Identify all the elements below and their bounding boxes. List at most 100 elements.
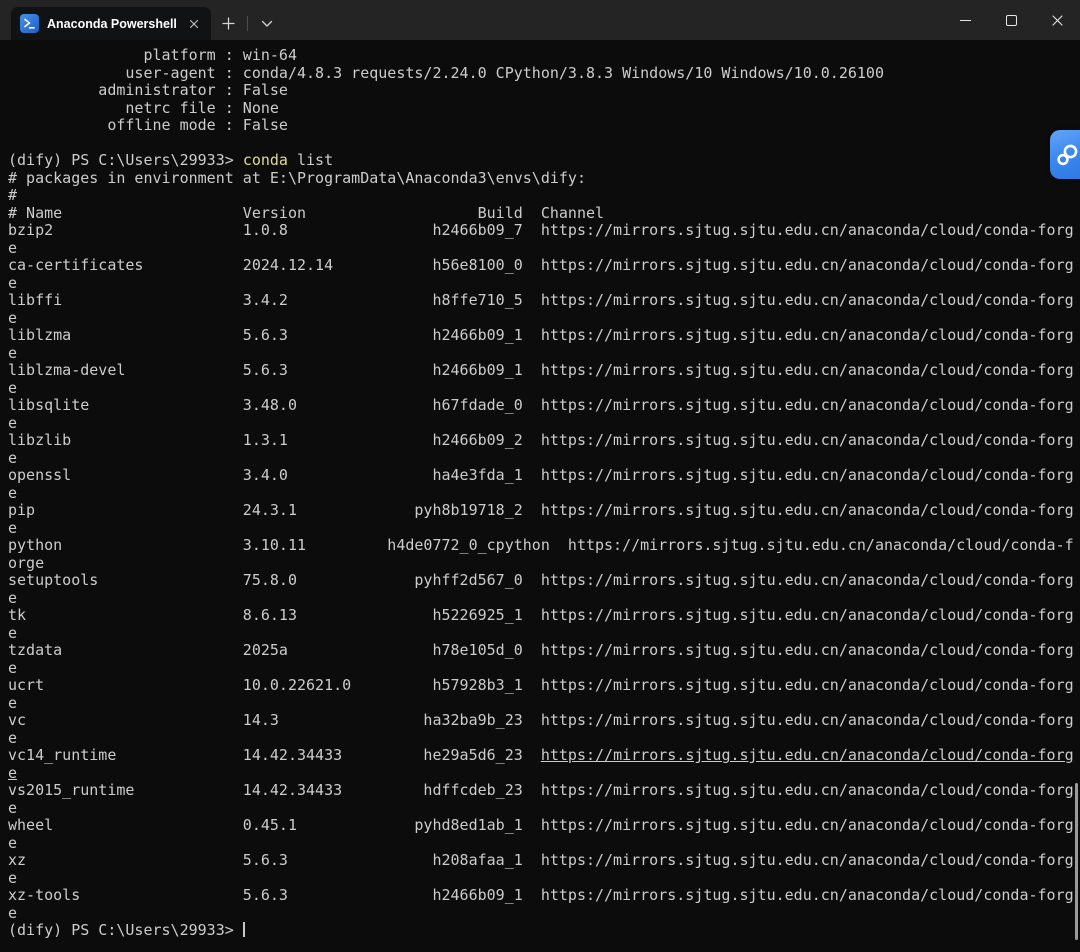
package-fields: openssl 3.4.0 ha4e3fda_1 https://mirrors… [8,466,1074,484]
env-header-line: # packages in environment at E:\ProgramD… [8,168,1080,188]
minimize-button[interactable] [942,0,988,40]
table-row: setuptools 75.8.0 pyhff2d567_0 https://m… [8,571,1080,590]
linked-circles-icon [1057,144,1078,165]
info-line: offline mode : False [8,116,288,134]
table-row: bzip2 1.0.8 h2466b09_7 https://mirrors.s… [8,221,1080,240]
package-fields: xz-tools 5.6.3 h2466b09_1 https://mirror… [8,886,1074,904]
titlebar-drag-region[interactable] [284,0,942,40]
conda-info-line: administrator : False [8,81,1080,100]
package-fields: ucrt 10.0.22621.0 h57928b3_1 https://mir… [8,676,1074,694]
package-fields: vs2015_runtime 14.42.34433 hdffcdeb_23 h… [8,781,1074,799]
conda-info-line: offline mode : False [8,116,1080,135]
conda-info-line: user-agent : conda/4.8.3 requests/2.24.0… [8,64,1080,83]
table-row-wrap: e [8,588,1080,608]
package-fields: pip 24.3.1 pyh8b19718_2 https://mirrors.… [8,501,1074,519]
channel-wrap: e [8,658,18,677]
maximize-icon [1005,14,1017,26]
package-fields: bzip2 1.0.8 h2466b09_7 https://mirrors.s… [8,221,1074,239]
package-fields: liblzma-devel 5.6.3 h2466b09_1 https://m… [8,361,1074,379]
table-row-wrap: e [8,238,1080,258]
titlebar: Anaconda Powershell Pr [0,0,1080,40]
info-line: platform : win-64 [8,46,297,64]
env-header: # packages in environment at E:\ProgramD… [8,168,586,187]
table-row: libsqlite 3.48.0 h67fdade_0 https://mirr… [8,396,1080,415]
table-header-line: # Name Version Build Channel [8,203,1080,223]
table-row: pip 24.3.1 pyh8b19718_2 https://mirrors.… [8,501,1080,520]
terminal-output[interactable]: platform : win-64 user-agent : conda/4.8… [0,40,1080,952]
table-row: vs2015_runtime 14.42.34433 hdffcdeb_23 h… [8,781,1080,800]
channel-link[interactable]: e [8,764,17,782]
package-fields: libsqlite 3.48.0 h67fdade_0 https://mirr… [8,396,1074,414]
channel-wrap: e [8,343,18,362]
conda-info-line: netrc file : None [8,98,1080,118]
channel-wrap: e [8,623,18,642]
table-row-wrap: e [8,798,1080,818]
maximize-button[interactable] [988,0,1034,40]
package-fields: vc 14.3 ha32ba9b_23 https://mirrors.sjtu… [8,711,1074,729]
channel-wrap: e [8,588,18,607]
table-row: wheel 0.45.1 pyhd8ed1ab_1 https://mirror… [8,816,1080,835]
blank-line [8,135,1080,153]
package-fields: tzdata 2025a h78e105d_0 https://mirrors.… [8,641,1074,659]
table-row: xz-tools 5.6.3 h2466b09_1 https://mirror… [8,886,1080,905]
table-row: tzdata 2025a h78e105d_0 https://mirrors.… [8,641,1080,660]
terminal-tab[interactable]: Anaconda Powershell Pr [11,7,211,40]
channel-link[interactable]: https://mirrors.sjtug.sjtu.edu.cn/anacon… [541,746,1074,764]
package-fields: libzlib 1.3.1 h2466b09_2 https://mirrors… [8,431,1074,449]
package-fields: setuptools 75.8.0 pyhff2d567_0 https://m… [8,571,1074,589]
table-row-wrap: e [8,658,1080,678]
table-row-wrap: e [8,764,1080,783]
new-tab-button[interactable] [211,7,245,40]
table-row-wrap: e [8,833,1080,853]
powershell-icon [20,14,39,33]
table-row-wrap: e [8,623,1080,643]
prompt-text: (dify) PS C:\Users\29933> [8,921,243,939]
info-line: netrc file : None [8,98,279,117]
table-row: ucrt 10.0.22621.0 h57928b3_1 https://mir… [8,676,1080,695]
command-args: list [287,151,334,169]
tab-title: Anaconda Powershell Pr [47,16,179,31]
scrollbar-thumb[interactable] [1075,783,1078,940]
channel-wrap: e [8,798,18,817]
channel-wrap: e [8,833,18,852]
close-button[interactable] [1034,0,1080,40]
tab-dropdown-button[interactable] [250,7,284,40]
channel-wrap: orge [8,553,45,572]
package-fields: liblzma 5.6.3 h2466b09_1 https://mirrors… [8,326,1074,344]
channel-wrap: e [8,378,18,397]
channel-wrap: e [8,238,18,257]
channel-wrap: e [8,903,18,922]
tab-close-icon[interactable] [187,16,201,32]
table-row-wrap: e [8,518,1080,538]
table-row: vc 14.3 ha32ba9b_23 https://mirrors.sjtu… [8,711,1080,730]
channel-wrap: e [8,868,18,887]
table-row-wrap: e [8,694,1080,713]
package-fields: ca-certificates 2024.12.14 h56e8100_0 ht… [8,256,1074,274]
package-fields: wheel 0.45.1 pyhd8ed1ab_1 https://mirror… [8,816,1074,834]
table-row-wrap: e [8,448,1080,468]
table-row-wrap: e [8,868,1080,888]
channel-wrap: e [8,308,18,327]
table-row: python 3.10.11 h4de0772_0_cpython https:… [8,536,1080,555]
column-header: # Name Version Build Channel [8,203,605,222]
table-row: xz 5.6.3 h208afaa_1 https://mirrors.sjtu… [8,851,1080,870]
prompt-text: (dify) PS C:\Users\29933> [8,151,243,169]
close-icon [1051,14,1063,26]
table-row-wrap: e [8,378,1080,398]
table-row: openssl 3.4.0 ha4e3fda_1 https://mirrors… [8,466,1080,485]
window-controls [942,0,1080,40]
channel-wrap: e [8,518,18,537]
channel-wrap: e [8,483,18,502]
table-row-wrap: e [8,414,1080,433]
channel-wrap: e [8,448,18,467]
table-row-wrap: e [8,483,1080,503]
assistant-floating-button[interactable] [1050,130,1080,179]
package-fields: python 3.10.11 h4de0772_0_cpython https:… [8,536,1074,554]
comment-line: # [8,186,1080,205]
package-fields: tk 8.6.13 h5226925_1 https://mirrors.sjt… [8,606,1074,624]
table-row: liblzma-devel 5.6.3 h2466b09_1 https://m… [8,361,1080,380]
package-fields: vc14_runtime 14.42.34433 he29a5d6_23 [8,746,541,764]
minimize-icon [959,19,971,21]
command-text: conda [242,151,288,169]
